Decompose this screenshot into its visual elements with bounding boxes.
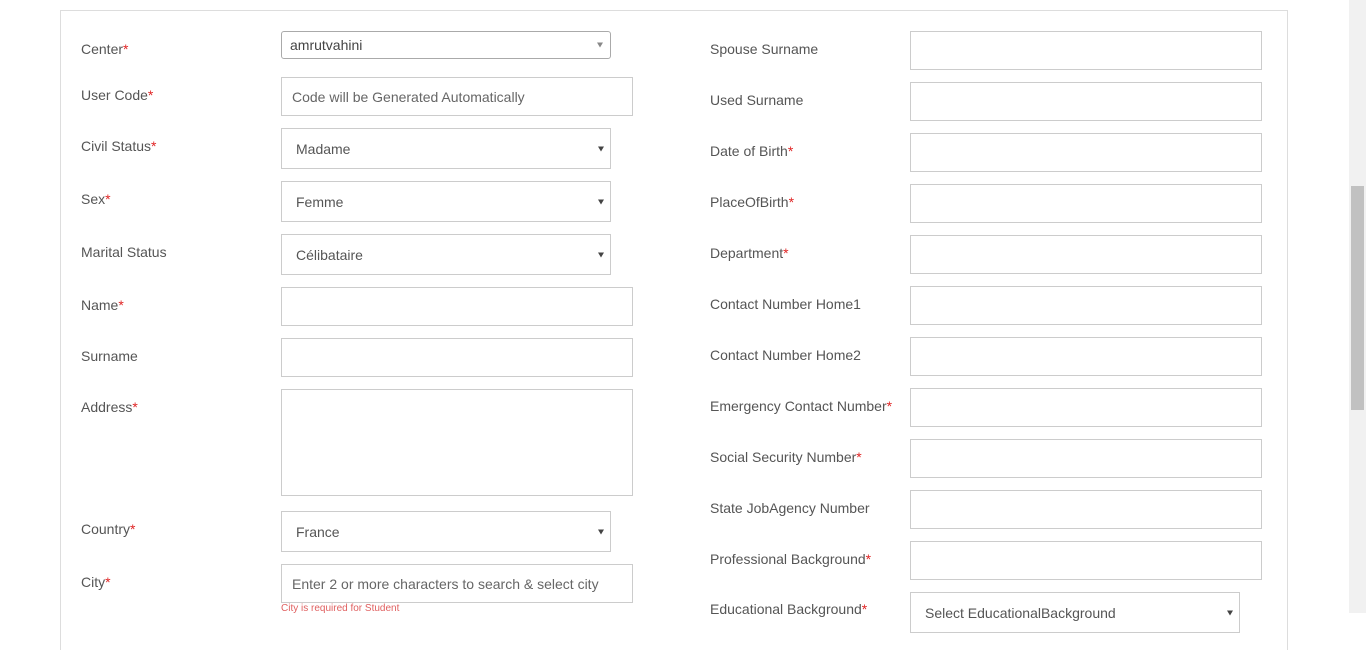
used_surname-label: Used Surname [710,91,803,109]
place-of-birth-input[interactable] [910,184,1262,223]
selected-value: Madame [296,140,351,157]
social_security-label: Social Security Number* [710,448,862,466]
country-label: Country* [81,520,135,538]
educational_background-label-text: Educational Background [710,601,862,617]
required-marker: * [788,194,795,210]
address-label: Address* [81,398,138,416]
used_surname-label-text: Used Surname [710,92,804,108]
scrollbar-thumb[interactable] [1351,186,1364,410]
department-input[interactable] [910,235,1262,274]
sex-label: Sex* [81,190,111,208]
state-job-agency-input[interactable] [910,490,1262,529]
civil_status-label-text: Civil Status [81,138,152,154]
center-select[interactable]: amrutvahini [281,31,611,59]
name-label: Name* [81,296,124,314]
spouse_surname-label-text: Spouse Surname [710,41,819,57]
selected-value: Femme [296,193,344,210]
professional_background-label: Professional Background* [710,550,871,568]
center-label: Center* [81,40,128,58]
required-marker: * [861,601,868,617]
emergency_contact-label-text: Emergency Contact Number [710,398,887,414]
marital_status-label: Marital Status [81,243,167,261]
dropdown-caret-icon [598,146,604,151]
placeholder-text: Code will be Generated Automatically [292,88,525,105]
professional_background-label-text: Professional Background [710,551,866,567]
required-marker: * [147,87,154,103]
dropdown-caret-icon [598,252,604,257]
required-marker: * [856,449,862,465]
country-select[interactable]: France [281,511,611,552]
surname-label: Surname [81,347,138,365]
contact_home1-label: Contact Number Home1 [710,295,861,313]
contact_home2-label-text: Contact Number Home2 [710,347,861,363]
civil-status-select[interactable]: Madame [281,128,611,169]
city-label-text: City [81,574,106,590]
user-code-input[interactable]: Code will be Generated Automatically [281,77,633,116]
emergency-contact-input[interactable] [910,388,1262,427]
sex-select[interactable]: Femme [281,181,611,222]
educational_background-label: Educational Background* [710,600,867,618]
marital_status-label-text: Marital Status [81,244,167,260]
required-marker: * [865,551,872,567]
name-input[interactable] [281,287,633,326]
social-security-input[interactable] [910,439,1262,478]
dropdown-caret-icon [598,199,604,204]
country-label-text: Country [81,521,131,537]
place_of_birth-label-text: PlaceOfBirth [710,194,789,210]
center-label-text: Center [81,41,124,57]
state_job_agency-label: State JobAgency Number [710,499,870,517]
contact_home2-label: Contact Number Home2 [710,346,861,364]
marital-status-select[interactable]: Célibataire [281,234,611,275]
page-scrollbar[interactable] [1349,0,1366,613]
emergency_contact-label: Emergency Contact Number* [710,397,892,415]
validation-error: City is required for Student [281,603,400,614]
department-label: Department* [710,244,789,262]
required-marker: * [886,398,893,414]
spouse-surname-input[interactable] [910,31,1262,70]
city-input[interactable]: Enter 2 or more characters to search & s… [281,564,633,603]
date-of-birth-input[interactable] [910,133,1262,172]
dropdown-caret-icon [597,42,603,48]
contact-home1-input[interactable] [910,286,1262,325]
date_of_birth-label: Date of Birth* [710,142,793,160]
professional-background-input[interactable] [910,541,1262,580]
required-marker: * [123,41,129,57]
required-marker: * [118,297,124,313]
selected-value: amrutvahini [290,37,363,53]
required-marker: * [151,138,157,154]
user_code-label-text: User Code [81,87,148,103]
name-label-text: Name [81,297,119,313]
used-surname-input[interactable] [910,82,1262,121]
required-marker: * [787,143,794,159]
required-marker: * [130,521,136,537]
civil_status-label: Civil Status* [81,137,156,155]
placeholder-text: Enter 2 or more characters to search & s… [292,575,599,592]
dropdown-caret-icon [598,529,604,534]
city-label: City* [81,573,111,591]
address-textarea[interactable] [281,389,633,496]
department-label-text: Department [710,245,784,261]
selected-value: France [296,523,340,540]
social_security-label-text: Social Security Number [710,449,857,465]
contact_home1-label-text: Contact Number Home1 [710,296,861,312]
address-label-text: Address [81,399,133,415]
state_job_agency-label-text: State JobAgency Number [710,500,870,516]
required-marker: * [132,399,138,415]
date_of_birth-label-text: Date of Birth [710,143,788,159]
selected-value: Célibataire [296,246,363,263]
sex-label-text: Sex [81,191,106,207]
surname-label-text: Surname [81,348,138,364]
user_code-label: User Code* [81,86,153,104]
required-marker: * [105,574,111,590]
place_of_birth-label: PlaceOfBirth* [710,193,794,211]
spouse_surname-label: Spouse Surname [710,40,818,58]
surname-input[interactable] [281,338,633,377]
contact-home2-input[interactable] [910,337,1262,376]
required-marker: * [105,191,111,207]
required-marker: * [783,245,789,261]
